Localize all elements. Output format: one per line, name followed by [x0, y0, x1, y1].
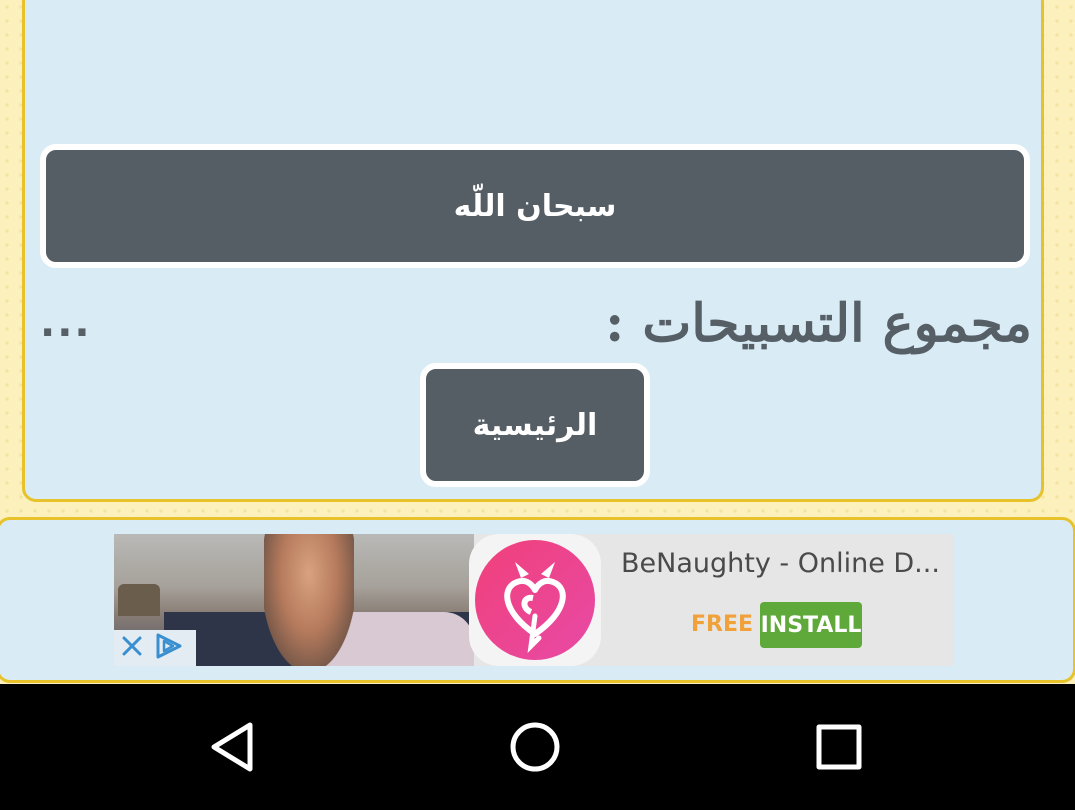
- ad-photo-person: [264, 534, 354, 666]
- tasbih-button[interactable]: سبحان اللّه: [40, 144, 1030, 268]
- ad-photo-lamp: [118, 584, 160, 616]
- tasbih-count-value: ...: [40, 300, 92, 346]
- tasbih-count-row: مجموع التسبيحات : ...: [40, 288, 1032, 358]
- heart-devil-icon: [469, 534, 601, 666]
- ad-banner[interactable]: BeNaughty - Online D... FREE INSTALL: [114, 534, 954, 666]
- home-button[interactable]: الرئيسية: [420, 363, 650, 487]
- ad-install-button[interactable]: INSTALL: [760, 602, 862, 648]
- back-triangle-icon[interactable]: [204, 717, 264, 777]
- system-nav-bar: [0, 684, 1075, 810]
- tasbih-button-label: سبحان اللّه: [453, 188, 617, 224]
- close-icon[interactable]: [118, 632, 146, 664]
- ad-free-label: FREE: [691, 612, 754, 637]
- ad-title: BeNaughty - Online D...: [621, 548, 940, 579]
- ad-choices[interactable]: [114, 630, 196, 666]
- home-button-label: الرئيسية: [472, 407, 598, 443]
- home-circle-icon[interactable]: [505, 717, 565, 777]
- tasbih-count-label: مجموع التسبيحات :: [605, 292, 1032, 354]
- recents-square-icon[interactable]: [809, 717, 869, 777]
- adchoices-icon[interactable]: [152, 631, 186, 665]
